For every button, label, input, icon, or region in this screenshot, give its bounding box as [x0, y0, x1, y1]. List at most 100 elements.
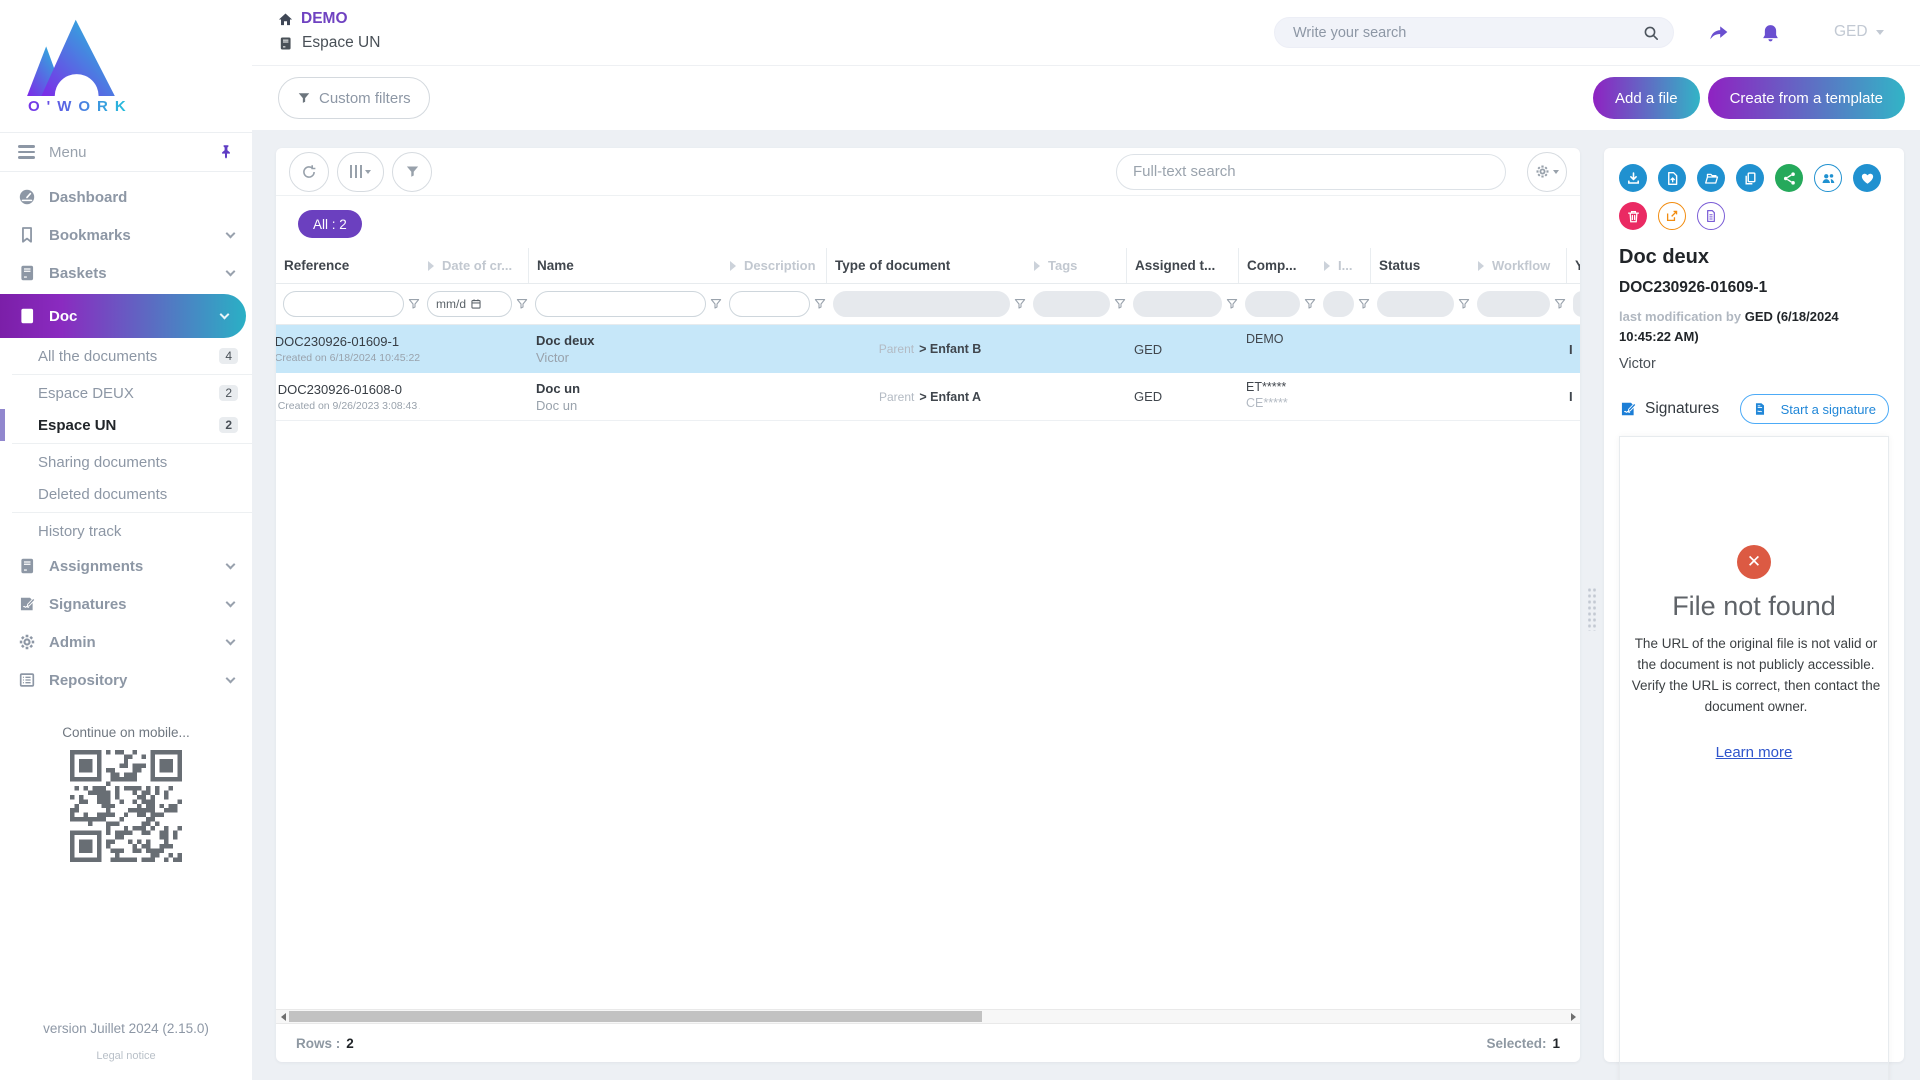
filter-funnel-icon[interactable]	[1554, 298, 1566, 310]
users-button[interactable]	[1814, 164, 1842, 192]
table-row[interactable]: w DOC230926-01609-1 Created on 6/18/2024…	[276, 325, 1580, 373]
sidebar-item-baskets[interactable]: Baskets	[0, 254, 252, 292]
selected-count-label: Selected:	[1486, 1036, 1546, 1051]
filter-funnel-icon[interactable]	[1014, 298, 1026, 310]
sidebar-item-bookmarks[interactable]: Bookmarks	[0, 216, 252, 254]
sidebar-item-doc[interactable]: Doc	[0, 294, 246, 338]
search-icon[interactable]	[1643, 25, 1659, 41]
filter-input-company[interactable]	[1245, 291, 1300, 317]
app-logo[interactable]: O'WORK	[0, 0, 252, 132]
sidebar: O'WORK Menu Dashboard Bookmarks Baskets …	[0, 0, 252, 1080]
column-header-status[interactable]: Status	[1370, 248, 1470, 283]
start-signature-button[interactable]: Start a signature	[1740, 394, 1889, 424]
column-header-name[interactable]: Name	[528, 248, 722, 283]
filter-input-status[interactable]	[1377, 291, 1454, 317]
filter-funnel-icon[interactable]	[408, 298, 420, 310]
sub-item-label: Espace DEUX	[38, 385, 134, 402]
filter-input-workflow[interactable]	[1477, 291, 1550, 317]
sidebar-item-repository[interactable]: Repository	[0, 661, 252, 699]
filter-funnel-icon[interactable]	[710, 298, 722, 310]
filter-button[interactable]	[392, 152, 432, 192]
notifications-bell-button[interactable]	[1756, 19, 1784, 47]
learn-more-link[interactable]: Learn more	[1716, 744, 1793, 761]
sidebar-item-all-documents[interactable]: All the documents 4	[0, 340, 252, 372]
filter-funnel-icon[interactable]	[1114, 298, 1126, 310]
custom-filters-button[interactable]: Custom filters	[278, 77, 430, 119]
filter-input-y[interactable]	[1573, 291, 1580, 317]
filter-input-i[interactable]	[1323, 291, 1354, 317]
filter-input-tags[interactable]	[1033, 291, 1110, 317]
filter-input-description[interactable]	[729, 291, 810, 317]
open-folder-button[interactable]	[1697, 164, 1725, 192]
scrollbar-thumb[interactable]	[289, 1011, 982, 1022]
upload-version-button[interactable]	[1658, 164, 1686, 192]
filter-input-assigned[interactable]	[1133, 291, 1222, 317]
open-external-button[interactable]	[1658, 202, 1686, 230]
horizontal-scrollbar[interactable]	[276, 1009, 1580, 1024]
column-header-i[interactable]: I...	[1316, 248, 1370, 283]
fulltext-search-input[interactable]	[1133, 163, 1489, 180]
filter-funnel-icon[interactable]	[1458, 298, 1470, 310]
add-file-button[interactable]: Add a file	[1593, 77, 1700, 119]
user-menu[interactable]: GED	[1834, 23, 1884, 41]
sidebar-item-admin[interactable]: Admin	[0, 623, 252, 661]
favorite-button[interactable]	[1853, 164, 1881, 192]
sidebar-item-history-track[interactable]: History track	[0, 515, 252, 547]
column-header-date[interactable]: Date of cr...	[420, 248, 528, 283]
share-button[interactable]	[1775, 164, 1803, 192]
sidebar-item-signatures[interactable]: Signatures	[0, 585, 252, 623]
table-settings-button[interactable]	[1527, 152, 1567, 192]
document-reference: DOC230926-01609-1	[1619, 279, 1889, 297]
pin-icon[interactable]	[218, 144, 234, 160]
copy-button[interactable]	[1736, 164, 1764, 192]
legal-notice-link[interactable]: Legal notice	[0, 1050, 252, 1062]
breadcrumb-root[interactable]: DEMO	[278, 10, 380, 28]
columns-button[interactable]	[337, 152, 384, 192]
book-icon	[18, 264, 36, 282]
sidebar-item-assignments[interactable]: Assignments	[0, 547, 252, 585]
filter-input-name[interactable]	[535, 291, 706, 317]
filter-funnel-icon[interactable]	[814, 298, 826, 310]
refresh-button[interactable]	[289, 152, 329, 192]
column-header-tags[interactable]: Tags	[1026, 248, 1126, 283]
sidebar-item-sharing-documents[interactable]: Sharing documents	[0, 446, 252, 478]
column-header-company[interactable]: Comp...	[1238, 248, 1316, 283]
sort-arrow-icon	[1034, 261, 1040, 271]
sidebar-item-espace-deux[interactable]: Espace DEUX 2	[0, 377, 252, 409]
column-header-type[interactable]: Type of document	[826, 248, 1026, 283]
user-menu-label: GED	[1834, 23, 1868, 41]
documents-table-card: All : 2 Reference Date of cr... Name Des…	[276, 148, 1580, 1062]
tab-all[interactable]: All : 2	[298, 210, 362, 238]
scroll-right-arrow[interactable]	[1566, 1010, 1580, 1023]
row-reference: DOC230926-01608-0	[278, 382, 420, 397]
filter-funnel-icon[interactable]	[1358, 298, 1370, 310]
table-row[interactable]: A DOC230926-01608-0 Created on 9/26/2023…	[276, 373, 1580, 421]
column-header-reference[interactable]: Reference	[276, 248, 420, 283]
filter-icon	[297, 91, 311, 105]
column-header-workflow[interactable]: Workflow	[1470, 248, 1566, 283]
hamburger-icon[interactable]	[18, 145, 35, 158]
document-properties-button[interactable]	[1697, 202, 1725, 230]
sidebar-item-espace-un[interactable]: Espace UN 2	[0, 409, 252, 441]
global-search-input[interactable]	[1293, 25, 1643, 41]
download-button[interactable]	[1619, 164, 1647, 192]
column-header-y[interactable]: Y...	[1566, 248, 1580, 283]
filter-funnel-icon[interactable]	[516, 298, 528, 310]
scroll-left-arrow[interactable]	[276, 1010, 290, 1023]
filter-input-reference[interactable]	[283, 291, 404, 317]
sidebar-item-dashboard[interactable]: Dashboard	[0, 178, 252, 216]
filter-input-type[interactable]	[833, 291, 1010, 317]
row-edge-fragment: I	[1566, 373, 1580, 420]
share-forward-button[interactable]	[1704, 19, 1732, 47]
filter-input-date[interactable]: mm/d	[427, 291, 512, 317]
column-header-description[interactable]: Description	[722, 248, 826, 283]
delete-button[interactable]	[1619, 202, 1647, 230]
panel-resize-handle[interactable]	[1587, 587, 1597, 631]
filter-funnel-icon[interactable]	[1304, 298, 1316, 310]
breadcrumb-page[interactable]: Espace UN	[278, 34, 380, 52]
filter-funnel-icon[interactable]	[1226, 298, 1238, 310]
column-header-assigned[interactable]: Assigned t...	[1126, 248, 1238, 283]
create-template-button[interactable]: Create from a template	[1708, 77, 1905, 119]
sidebar-item-deleted-documents[interactable]: Deleted documents	[0, 478, 252, 510]
owork-logo-icon	[22, 14, 118, 96]
